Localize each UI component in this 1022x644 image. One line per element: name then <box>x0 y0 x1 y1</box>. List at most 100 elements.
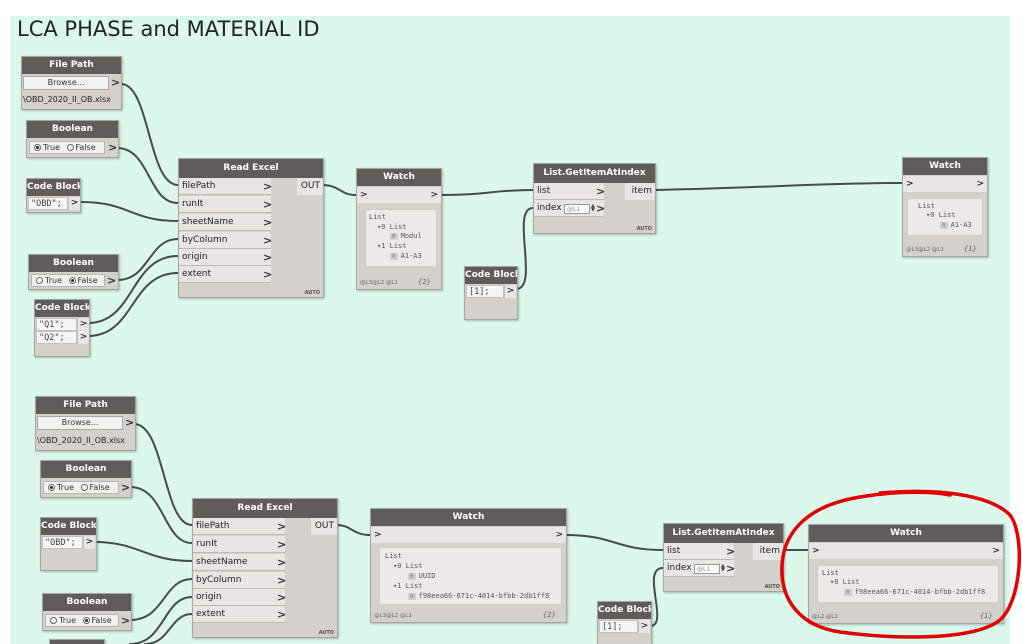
code-block-node[interactable]: Code Block "Q1"; > "Q2"; > <box>34 299 90 357</box>
chevron-right-icon: > <box>277 608 287 621</box>
watch-node[interactable]: Watch > > List ▾0 List 0 UUID ▾1 List 0 f9… <box>370 508 567 623</box>
chevron-right-icon: > <box>596 202 606 215</box>
file-path-node[interactable]: File Path Browse... > \OBD_2020_II_OB.xl… <box>35 396 136 451</box>
watch-node[interactable]: Watch > > List ▾0 List 0 f98eea66-671c-40… <box>808 524 1004 624</box>
browse-button[interactable]: Browse... <box>23 76 109 90</box>
input-port-runit[interactable]: runIt <box>193 536 285 553</box>
node-title: Watch <box>809 525 1003 542</box>
output-port[interactable]: > <box>111 74 120 91</box>
watch-preview[interactable]: List ▾0 List 0 f98eea66-671c-4014-bfbb-2d… <box>817 565 999 603</box>
item-count: {1} <box>963 245 977 253</box>
input-port-filepath[interactable]: filePath <box>179 178 271 195</box>
watch-preview[interactable]: List ▾0 List 0 UUID ▾1 List 0 f98eea66-671… <box>379 547 562 605</box>
get-item-at-index-node[interactable]: List.GetItemAtIndex list > index @L1 ▲ ▼ … <box>663 523 784 592</box>
input-port-sheetname[interactable]: sheetName <box>193 554 285 571</box>
output-port[interactable]: > <box>121 612 130 629</box>
input-port-list[interactable]: list <box>664 543 734 560</box>
boolean-toggle[interactable]: True False <box>45 614 119 627</box>
list-levels: @L3@L2 @L1 <box>906 247 944 253</box>
output-port[interactable]: > <box>504 285 516 298</box>
output-port[interactable]: > <box>976 176 984 192</box>
output-port-item[interactable]: item <box>625 183 655 200</box>
output-port[interactable]: > <box>108 139 117 156</box>
output-port[interactable]: > <box>77 331 89 344</box>
watch-node[interactable]: Watch > > List ▾0 List 0 Modul ▾1 List 0A… <box>356 168 442 290</box>
read-excel-node[interactable]: Read Excel filePath > runIt > sheetName … <box>192 498 338 638</box>
input-port[interactable]: > <box>374 527 382 543</box>
code-block-node[interactable]: Code Block [1]; > <box>464 266 518 320</box>
boolean-node[interactable]: Boolean True False > <box>42 593 132 631</box>
input-port-extent[interactable]: extent <box>179 266 271 283</box>
boolean-toggle[interactable]: True False <box>31 274 105 287</box>
output-port[interactable]: > <box>107 272 116 289</box>
radio-true[interactable] <box>36 277 43 284</box>
output-port-out[interactable]: OUT <box>311 518 337 535</box>
boolean-node[interactable]: Boolean True False > <box>28 254 119 290</box>
tree-root: List <box>385 552 402 560</box>
input-port[interactable]: > <box>906 176 914 192</box>
watch-node[interactable]: Watch > > List ▾0 List 0 A1-A3 @L3@L2 @L1… <box>902 157 988 257</box>
index-default-input[interactable]: @L1 <box>564 204 590 214</box>
output-port[interactable]: > <box>555 527 563 543</box>
output-port-item[interactable]: item <box>753 543 783 560</box>
input-port-extent[interactable]: extent <box>193 606 285 623</box>
output-port[interactable]: > <box>125 414 134 431</box>
radio-true[interactable] <box>34 144 41 151</box>
output-port-out[interactable]: OUT <box>297 178 323 195</box>
boolean-toggle[interactable]: True False <box>29 141 105 154</box>
output-port[interactable]: > <box>430 187 438 203</box>
code-editor[interactable]: "OBD"; <box>42 536 83 549</box>
input-port-list[interactable]: list <box>534 183 604 200</box>
input-port[interactable]: > <box>812 543 820 559</box>
input-port-bycolumn[interactable]: byColumn <box>193 572 285 589</box>
code-editor[interactable]: [1]; <box>466 285 504 298</box>
output-port[interactable]: > <box>992 543 1000 559</box>
tree-node: ▾0 List <box>830 578 860 586</box>
wire <box>144 613 193 644</box>
code-editor-line-2[interactable]: "Q2"; <box>36 331 77 344</box>
boolean-node[interactable]: Boolean True False > <box>40 460 132 498</box>
watch-preview[interactable]: List ▾0 List 0 A1-A3 <box>907 198 983 236</box>
radio-true[interactable] <box>48 484 55 491</box>
get-item-at-index-node[interactable]: List.GetItemAtIndex list > index @L1 ▲ ▼ … <box>533 163 656 234</box>
input-port-origin[interactable]: origin <box>193 589 285 606</box>
radio-true[interactable] <box>50 617 57 624</box>
watch-preview[interactable]: List ▾0 List 0 Modul ▾1 List 0 A1-A3 <box>365 209 437 267</box>
file-path-node[interactable]: File Path Browse... > \OBD_2020_II_OB.xl… <box>21 56 122 110</box>
input-port-filepath[interactable]: filePath <box>193 518 285 535</box>
dynamo-canvas[interactable]: LCA PHASE and MATERIAL ID File Path Brow… <box>0 0 1022 644</box>
index-default-input[interactable]: @L1 <box>694 564 720 574</box>
watch-ports: > > <box>809 543 1003 559</box>
radio-false[interactable] <box>80 484 88 491</box>
partial-node[interactable] <box>49 639 105 644</box>
radio-false[interactable] <box>66 144 74 151</box>
output-port[interactable]: > <box>83 536 95 549</box>
output-port[interactable]: > <box>121 479 130 496</box>
input-port-bycolumn[interactable]: byColumn <box>179 232 271 249</box>
output-port[interactable]: > <box>77 318 89 331</box>
chevron-right-icon: > <box>263 180 273 193</box>
browse-button[interactable]: Browse... <box>37 416 123 430</box>
input-port-runit[interactable]: runIt <box>179 196 271 213</box>
read-excel-node[interactable]: Read Excel filePath > runIt > sheetName … <box>178 158 324 298</box>
input-port[interactable]: > <box>360 187 368 203</box>
input-port-origin[interactable]: origin <box>179 249 271 266</box>
code-block-node[interactable]: Code Block "OBD"; > <box>26 178 81 213</box>
output-port[interactable]: > <box>638 620 650 633</box>
output-port[interactable]: > <box>68 197 80 210</box>
code-block-node[interactable]: Code Block [1]; > <box>597 601 652 644</box>
boolean-toggle[interactable]: True False <box>43 481 119 494</box>
wire <box>321 184 357 196</box>
input-port-sheetname[interactable]: sheetName <box>179 214 271 231</box>
code-editor[interactable]: [1]; <box>599 620 638 633</box>
radio-false[interactable] <box>82 617 90 624</box>
spinner-icon[interactable]: ▲ ▼ <box>721 564 725 573</box>
boolean-node[interactable]: Boolean True False > <box>26 120 119 158</box>
radio-false-label: False <box>89 483 110 492</box>
spinner-icon[interactable]: ▲ ▼ <box>591 204 595 213</box>
code-block-node[interactable]: Code Block "OBD"; > <box>40 517 97 571</box>
code-editor-line-1[interactable]: "Q1"; <box>36 318 77 331</box>
tree-root: List <box>918 202 935 210</box>
radio-false[interactable] <box>68 277 76 284</box>
code-editor[interactable]: "OBD"; <box>28 197 68 210</box>
